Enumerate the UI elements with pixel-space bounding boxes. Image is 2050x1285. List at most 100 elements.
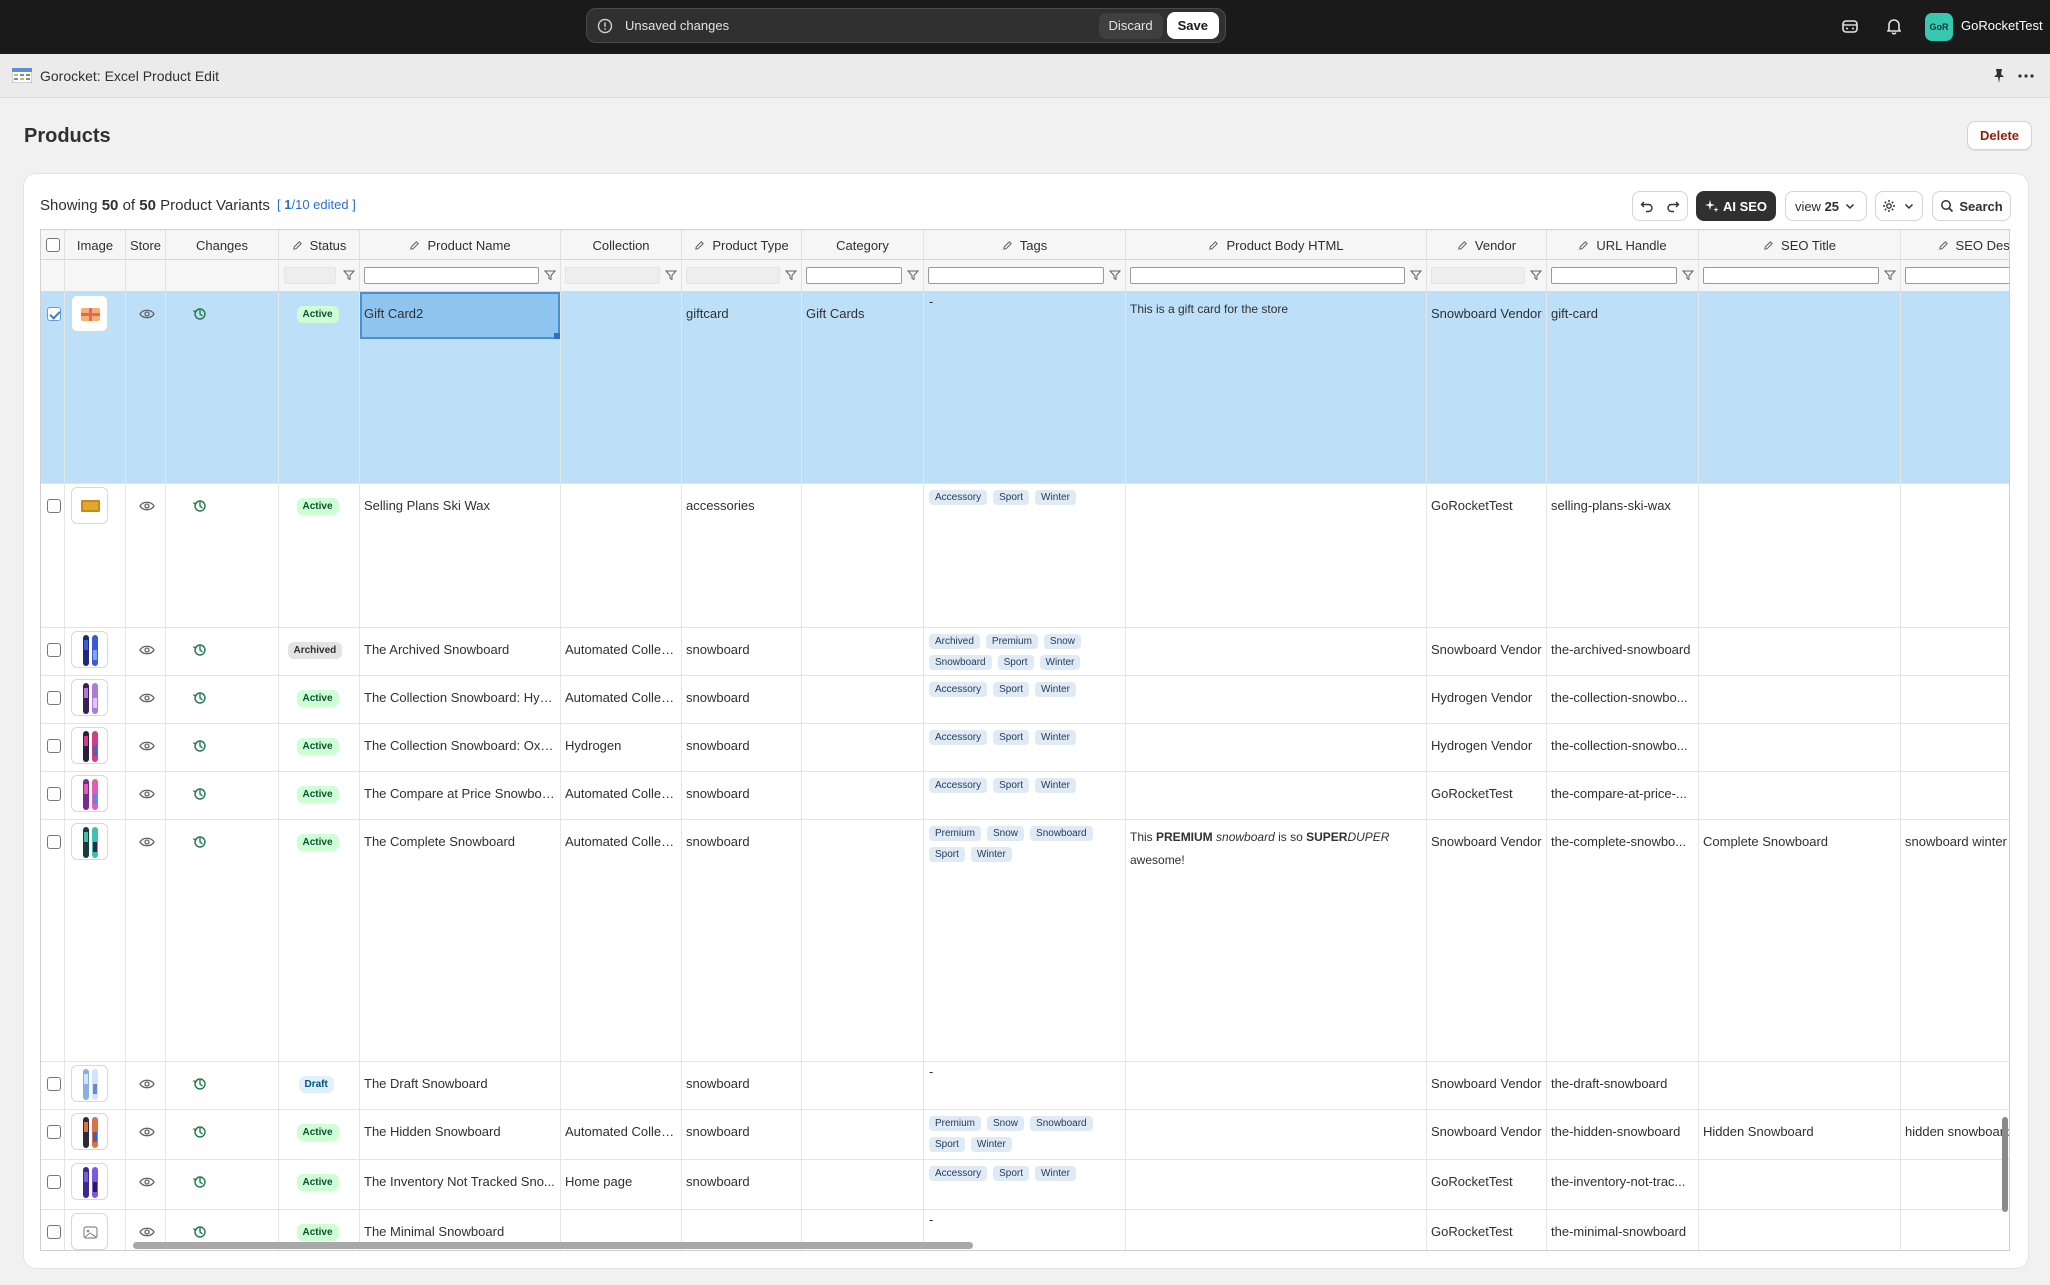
filter-input-name[interactable] <box>364 267 539 284</box>
snowboard-pink-thumbnail[interactable] <box>71 775 108 812</box>
column-header-category[interactable]: Category <box>802 230 924 260</box>
image-cell[interactable] <box>65 1160 126 1209</box>
pin-icon[interactable] <box>1990 67 2008 85</box>
status-cell[interactable]: Active <box>279 772 360 819</box>
row-checkbox[interactable] <box>47 787 61 801</box>
product-name-cell[interactable]: The Collection Snowboard: Hyd... <box>360 676 561 723</box>
discard-button[interactable]: Discard <box>1098 12 1163 39</box>
seo-title-cell[interactable] <box>1699 292 1901 483</box>
tags-cell[interactable]: Archived Premium Snow Snowboard Sport Winter <box>924 628 1126 675</box>
tags-cell[interactable]: Accessory Sport Winter <box>924 676 1126 723</box>
tags-cell[interactable]: Accessory Sport Winter <box>924 484 1126 627</box>
store-icon[interactable] <box>1840 16 1860 36</box>
url-handle-cell[interactable]: the-draft-snowboard <box>1547 1062 1699 1109</box>
history-icon[interactable] <box>192 1174 208 1190</box>
status-cell[interactable]: Active <box>279 820 360 1061</box>
snowboard-light-thumbnail[interactable] <box>71 1065 108 1102</box>
history-icon[interactable] <box>192 306 208 322</box>
row-select-cell[interactable] <box>41 1160 65 1209</box>
table-row[interactable]: Active The Collection Snowboard: Hyd... Au… <box>41 676 2009 724</box>
snowboard-red-thumbnail[interactable] <box>71 727 108 764</box>
changes-cell[interactable] <box>166 820 279 1061</box>
eye-icon[interactable] <box>139 1077 155 1091</box>
tags-cell[interactable]: Accessory Sport Winter <box>924 1160 1126 1209</box>
seo-description-cell[interactable]: hidden snowboard wint <box>1901 1110 2009 1159</box>
collection-cell[interactable]: Automated Collec... <box>561 628 682 675</box>
image-cell[interactable] <box>65 292 126 483</box>
column-header-image[interactable]: Image <box>65 230 126 260</box>
store-cell[interactable] <box>126 1110 166 1159</box>
seo-title-cell[interactable]: Hidden Snowboard <box>1699 1110 1901 1159</box>
image-cell[interactable] <box>65 484 126 627</box>
tags-cell[interactable]: Accessory Sport Winter <box>924 724 1126 771</box>
vendor-cell[interactable]: GoRocketTest <box>1427 1160 1547 1209</box>
product-type-cell[interactable]: snowboard <box>682 724 802 771</box>
column-header-name[interactable]: Product Name <box>360 230 561 260</box>
filter-funnel-icon[interactable] <box>907 269 919 281</box>
product-name-cell[interactable]: The Inventory Not Tracked Sno... <box>360 1160 561 1209</box>
row-checkbox[interactable] <box>47 835 61 849</box>
eye-icon[interactable] <box>139 787 155 801</box>
store-cell[interactable] <box>126 1160 166 1209</box>
url-handle-cell[interactable]: the-hidden-snowboard <box>1547 1110 1699 1159</box>
filter-funnel-icon[interactable] <box>785 269 797 281</box>
filter-funnel-icon[interactable] <box>343 269 355 281</box>
placeholder-thumbnail[interactable] <box>71 1213 108 1250</box>
product-type-cell[interactable]: snowboard <box>682 628 802 675</box>
filter-funnel-icon[interactable] <box>1109 269 1121 281</box>
row-select-cell[interactable] <box>41 772 65 819</box>
table-row[interactable]: Active The Inventory Not Tracked Sno... Ho… <box>41 1160 2009 1210</box>
seo-description-cell[interactable]: snowboard winter sport <box>1901 820 2009 1061</box>
history-icon[interactable] <box>192 786 208 802</box>
column-header-vendor[interactable]: Vendor <box>1427 230 1547 260</box>
row-select-cell[interactable] <box>41 676 65 723</box>
product-name-cell[interactable]: Gift Card2 <box>360 292 561 483</box>
eye-icon[interactable] <box>139 1125 155 1139</box>
url-handle-cell[interactable]: the-inventory-not-trac... <box>1547 1160 1699 1209</box>
vendor-cell[interactable]: GoRocketTest <box>1427 484 1547 627</box>
vendor-cell[interactable]: Snowboard Vendor <box>1427 628 1547 675</box>
row-select-cell[interactable] <box>41 484 65 627</box>
category-cell[interactable] <box>802 820 924 1061</box>
product-type-cell[interactable]: snowboard <box>682 676 802 723</box>
row-checkbox[interactable] <box>47 739 61 753</box>
product-name-cell[interactable]: Selling Plans Ski Wax <box>360 484 561 627</box>
status-cell[interactable]: Active <box>279 1160 360 1209</box>
image-cell[interactable] <box>65 820 126 1061</box>
url-handle-cell[interactable]: selling-plans-ski-wax <box>1547 484 1699 627</box>
store-cell[interactable] <box>126 628 166 675</box>
changes-cell[interactable] <box>166 628 279 675</box>
search-button[interactable]: Search <box>1932 191 2011 221</box>
column-header-type[interactable]: Product Type <box>682 230 802 260</box>
seo-description-cell[interactable] <box>1901 772 2009 819</box>
product-type-cell[interactable]: giftcard <box>682 292 802 483</box>
store-cell[interactable] <box>126 676 166 723</box>
column-header-body[interactable]: Product Body HTML <box>1126 230 1427 260</box>
column-header-seo_desc[interactable]: SEO Descri <box>1901 230 2009 260</box>
seo-title-cell[interactable] <box>1699 1160 1901 1209</box>
status-cell[interactable]: Active <box>279 292 360 483</box>
filter-funnel-icon[interactable] <box>665 269 677 281</box>
changes-cell[interactable] <box>166 292 279 483</box>
table-row[interactable]: Active The Collection Snowboard: Oxy... Hy… <box>41 724 2009 772</box>
body-html-cell[interactable] <box>1126 724 1427 771</box>
image-cell[interactable] <box>65 772 126 819</box>
history-icon[interactable] <box>192 498 208 514</box>
eye-icon[interactable] <box>139 1225 155 1239</box>
category-cell[interactable] <box>802 676 924 723</box>
table-row[interactable]: Draft The Draft Snowboard snowboard - Snowbo… <box>41 1062 2009 1110</box>
fill-handle[interactable] <box>554 333 560 339</box>
collection-cell[interactable]: Automated Collec... <box>561 820 682 1061</box>
collection-cell[interactable] <box>561 292 682 483</box>
redo-icon[interactable] <box>1666 199 1680 213</box>
collection-cell[interactable]: Home page <box>561 1160 682 1209</box>
tags-cell[interactable]: Accessory Sport Winter <box>924 772 1126 819</box>
status-cell[interactable]: Active <box>279 484 360 627</box>
category-cell[interactable] <box>802 1110 924 1159</box>
history-icon[interactable] <box>192 1224 208 1240</box>
gift-card-thumbnail[interactable] <box>71 295 108 332</box>
undo-icon[interactable] <box>1640 199 1654 213</box>
url-handle-cell[interactable]: the-collection-snowbo... <box>1547 724 1699 771</box>
filter-input-tags[interactable] <box>928 267 1104 284</box>
changes-cell[interactable] <box>166 1110 279 1159</box>
